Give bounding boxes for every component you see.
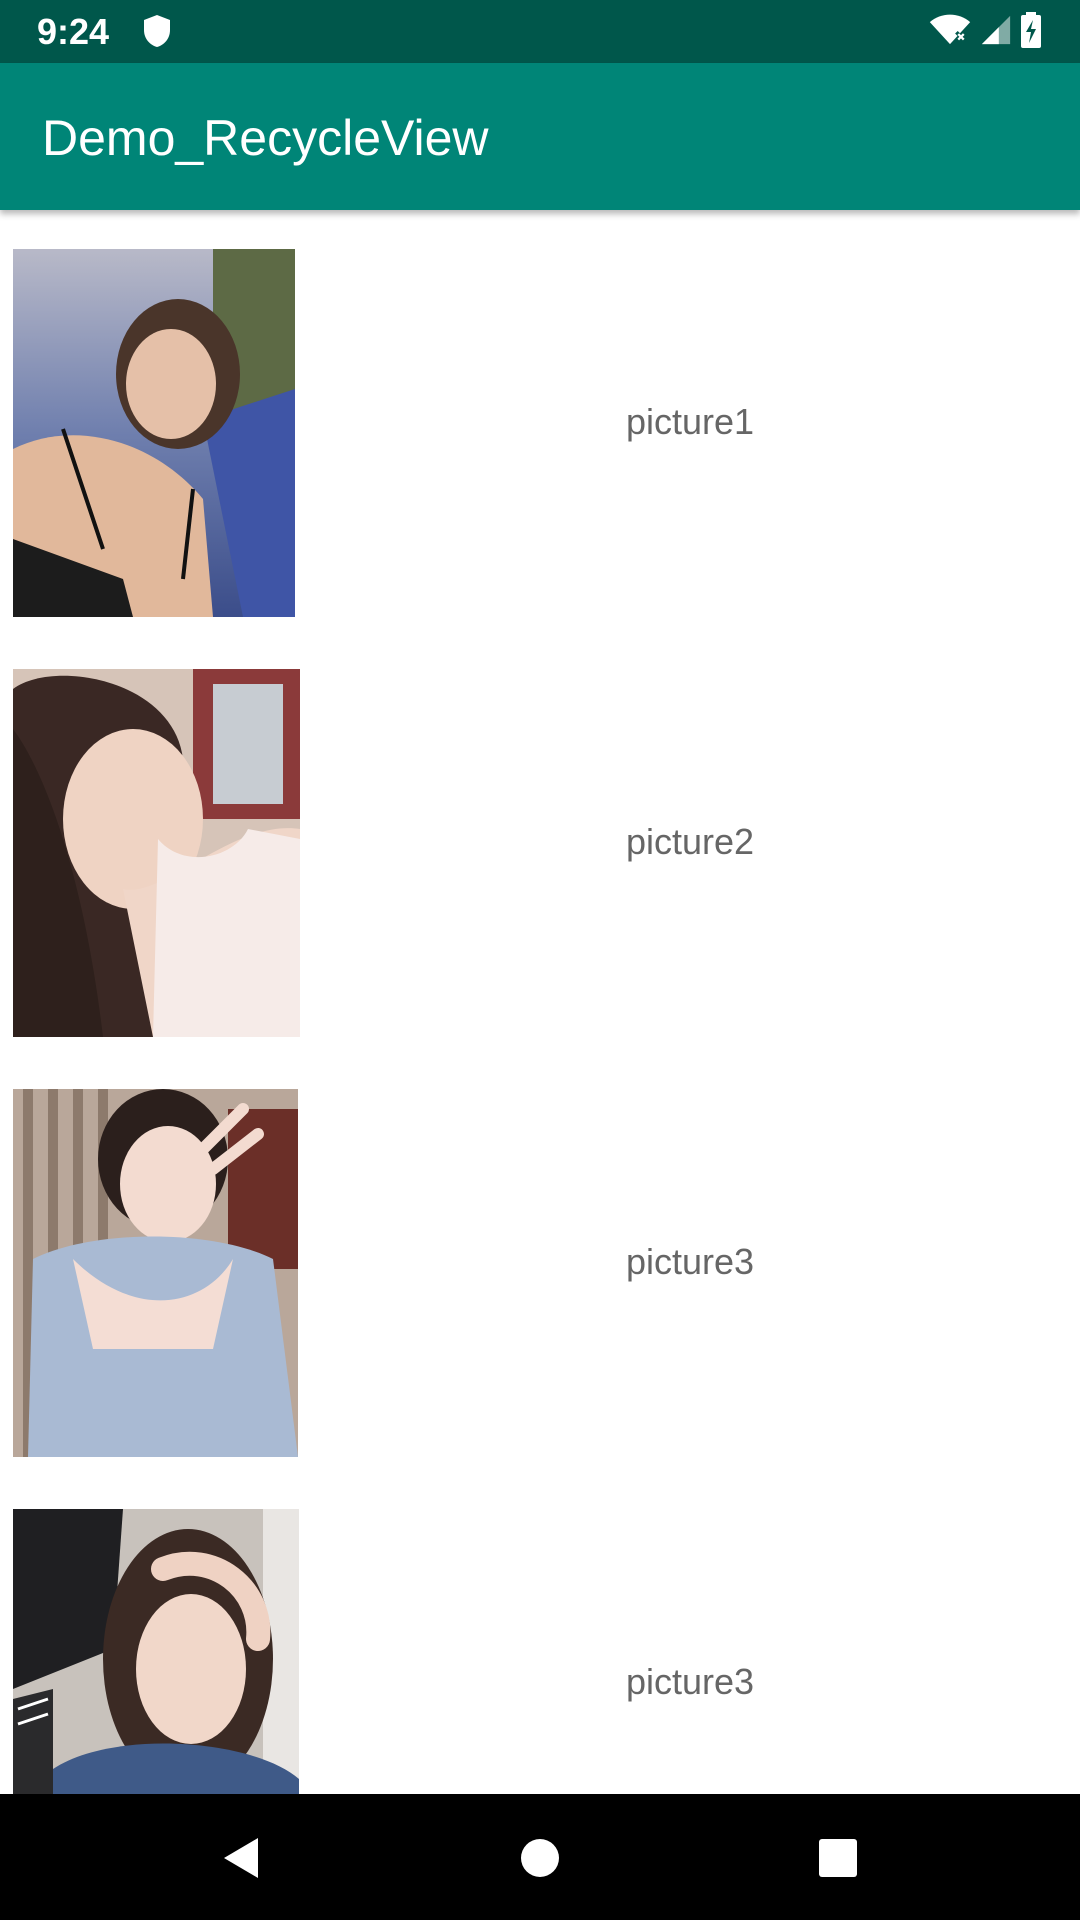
shield-icon	[142, 14, 172, 48]
back-icon[interactable]	[210, 1828, 270, 1888]
list-item[interactable]: picture1	[0, 210, 1080, 630]
list-item-label: picture2	[625, 821, 755, 862]
recycler-list[interactable]: picture1 picture2 picture3 picture3	[0, 210, 1080, 1794]
list-item[interactable]: picture3	[0, 1050, 1080, 1470]
list-item-label: picture1	[625, 401, 755, 442]
status-bar: 9:24	[0, 0, 1080, 63]
list-item-image	[13, 669, 300, 1037]
list-item[interactable]: picture2	[0, 630, 1080, 1050]
signal-icon	[980, 14, 1012, 51]
list-item-image	[13, 1509, 299, 1794]
battery-icon	[1020, 11, 1042, 53]
wifi-icon	[928, 13, 972, 51]
status-icons	[928, 10, 1042, 54]
home-icon[interactable]	[510, 1828, 570, 1888]
app-bar: Demo_RecycleView	[0, 63, 1080, 210]
status-time: 9:24	[37, 11, 110, 52]
list-item-label: picture3	[625, 1241, 755, 1282]
list-item[interactable]: picture3	[0, 1470, 1080, 1794]
app-title: Demo_RecycleView	[42, 110, 489, 166]
recents-icon[interactable]	[808, 1828, 868, 1888]
list-item-image	[13, 1089, 298, 1457]
navigation-bar	[0, 1794, 1080, 1920]
list-item-image	[13, 249, 295, 617]
list-item-label: picture3	[625, 1661, 755, 1702]
